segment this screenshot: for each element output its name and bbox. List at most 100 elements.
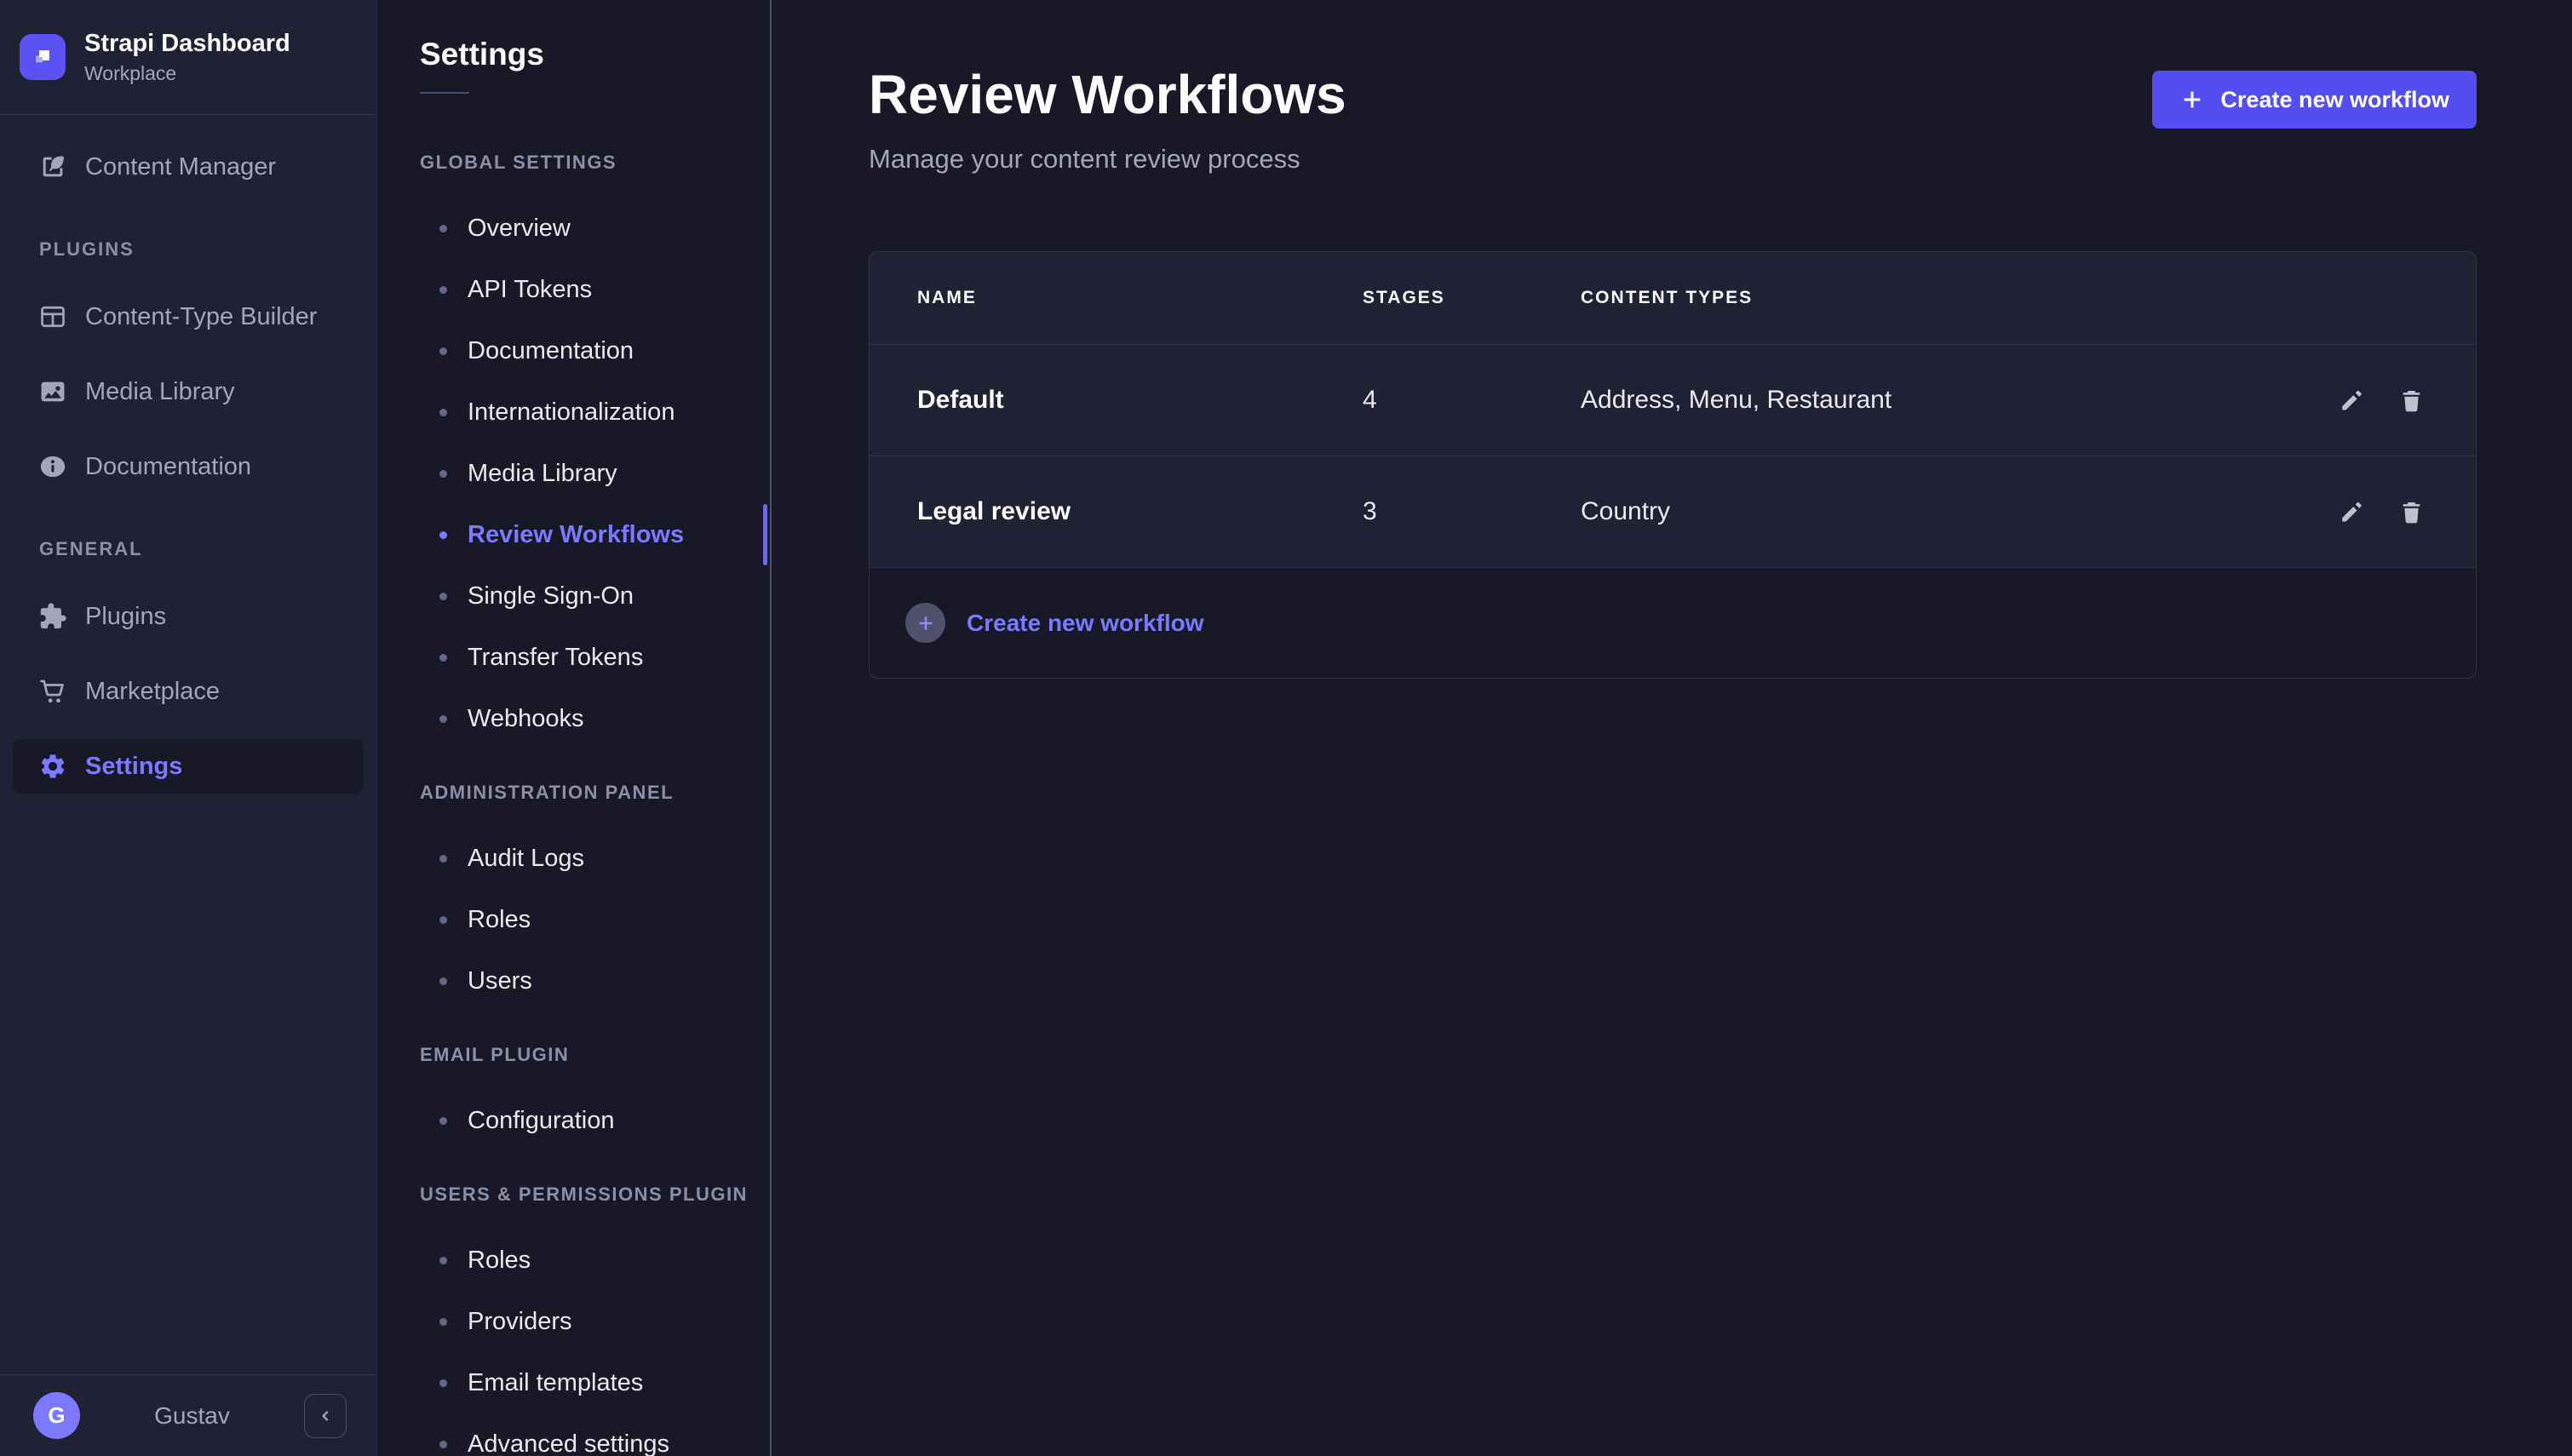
page-header-text: Review Workflows Manage your content rev…	[869, 66, 1346, 175]
main-content: Review Workflows Manage your content rev…	[772, 0, 2572, 1456]
media-library-icon	[37, 376, 68, 407]
bullet-icon	[439, 654, 447, 662]
sidebar-item-label: Settings	[85, 753, 182, 781]
page-title: Review Workflows	[869, 66, 1346, 123]
edit-workflow-button[interactable]	[2334, 495, 2368, 529]
bullet-icon	[439, 347, 447, 355]
sidebar-footer: G Gustav	[0, 1374, 376, 1456]
subnav-item-advanced-settings[interactable]: Advanced settings	[377, 1413, 770, 1456]
row-actions	[2334, 383, 2428, 417]
sidebar-item-plugins[interactable]: Plugins	[13, 589, 364, 644]
bullet-icon	[439, 409, 447, 416]
sidebar-item-label: Marketplace	[85, 678, 220, 706]
puzzle-icon	[37, 601, 68, 632]
trash-icon	[2397, 498, 2426, 526]
create-workflow-footer-button[interactable]: Create new workflow	[870, 567, 2476, 678]
subnav-item-webhooks[interactable]: Webhooks	[377, 688, 770, 749]
footer-link-label: Create new workflow	[967, 610, 1204, 637]
bullet-icon	[439, 470, 447, 478]
bullet-icon	[439, 1379, 447, 1387]
plus-icon	[2179, 87, 2205, 112]
settings-gear-icon	[37, 751, 68, 782]
sidebar-group-plugins: Content-Type Builder Media Library Docum…	[0, 289, 376, 494]
sidebar-item-label: Content Manager	[85, 153, 276, 181]
sidebar-item-label: Content-Type Builder	[85, 303, 317, 331]
app-title: Strapi Dashboard	[84, 29, 290, 59]
delete-workflow-button[interactable]	[2394, 495, 2428, 529]
subnav-item-providers[interactable]: Providers	[377, 1291, 770, 1352]
subnav-item-internationalization[interactable]: Internationalization	[377, 381, 770, 443]
sidebar-item-label: Documentation	[85, 453, 251, 481]
delete-workflow-button[interactable]	[2394, 383, 2428, 417]
subnav-item-api-tokens[interactable]: API Tokens	[377, 259, 770, 320]
user-avatar[interactable]: G	[33, 1392, 80, 1439]
workflow-stages: 4	[1363, 386, 1581, 415]
subnav-item-audit-logs[interactable]: Audit Logs	[377, 828, 770, 889]
subnav-item-admin-roles[interactable]: Roles	[377, 889, 770, 950]
subnav-item-transfer-tokens[interactable]: Transfer Tokens	[377, 627, 770, 688]
pencil-icon	[2338, 387, 2366, 415]
bullet-icon	[439, 1117, 447, 1125]
subnav-item-single-sign-on[interactable]: Single Sign-On	[377, 565, 770, 627]
settings-subnav: Settings GLOBAL SETTINGS Overview API To…	[377, 0, 772, 1456]
sidebar-item-content-type-builder[interactable]: Content-Type Builder	[13, 289, 364, 344]
strapi-logo-icon	[20, 34, 66, 80]
table-header-row: NAME STAGES CONTENT TYPES	[870, 252, 2476, 344]
bullet-icon	[439, 286, 447, 294]
workspace-brand[interactable]: Strapi Dashboard Workplace	[0, 0, 376, 115]
collapse-sidebar-button[interactable]	[304, 1394, 347, 1438]
bullet-icon	[439, 593, 447, 600]
sidebar-item-marketplace[interactable]: Marketplace	[13, 664, 364, 719]
bullet-icon	[439, 916, 447, 924]
subnav-scrollbar-thumb[interactable]	[763, 504, 767, 565]
subnav-group-administration-panel: Audit Logs Roles Users	[377, 828, 770, 1012]
sidebar-item-content-manager[interactable]: Content Manager	[13, 140, 364, 194]
sidebar-section-plugins: PLUGINS	[39, 238, 376, 261]
strapi-dashboard: Strapi Dashboard Workplace Content Manag…	[0, 0, 2572, 1456]
pencil-icon	[2338, 498, 2366, 526]
subnav-item-admin-users[interactable]: Users	[377, 950, 770, 1012]
create-new-workflow-button[interactable]: Create new workflow	[2152, 71, 2477, 129]
info-icon	[37, 451, 68, 482]
sidebar-section-general: GENERAL	[39, 538, 376, 560]
chevron-left-icon	[314, 1405, 336, 1427]
sidebar-item-documentation[interactable]: Documentation	[13, 439, 364, 494]
workflow-stages: 3	[1363, 497, 1581, 526]
content-manager-icon	[37, 152, 68, 182]
column-header-content-types: CONTENT TYPES	[1581, 288, 2292, 308]
page-subtitle: Manage your content review process	[869, 144, 1346, 175]
plus-circle-icon	[905, 603, 945, 643]
column-header-stages: STAGES	[1363, 288, 1581, 308]
bullet-icon	[439, 531, 447, 539]
subnav-title-divider	[420, 92, 469, 94]
bullet-icon	[439, 1441, 447, 1448]
edit-workflow-button[interactable]	[2334, 383, 2368, 417]
bullet-icon	[439, 225, 447, 232]
workflows-table: NAME STAGES CONTENT TYPES Default 4 Addr…	[869, 251, 2477, 679]
subnav-item-email-templates[interactable]: Email templates	[377, 1352, 770, 1413]
workflow-name: Default	[917, 386, 1363, 415]
main-sidebar: Strapi Dashboard Workplace Content Manag…	[0, 0, 377, 1456]
subnav-group-email-plugin: Configuration	[377, 1090, 770, 1151]
sidebar-item-label: Media Library	[85, 378, 235, 406]
subnav-item-email-configuration[interactable]: Configuration	[377, 1090, 770, 1151]
subnav-item-review-workflows[interactable]: Review Workflows	[377, 504, 770, 565]
subnav-group-users-permissions: Roles Providers Email templates Advanced…	[377, 1230, 770, 1456]
subnav-title: Settings	[420, 0, 770, 73]
sidebar-item-media-library[interactable]: Media Library	[13, 364, 364, 419]
table-row[interactable]: Default 4 Address, Menu, Restaurant	[870, 344, 2476, 456]
sidebar-item-settings[interactable]: Settings	[13, 739, 364, 794]
subnav-item-documentation[interactable]: Documentation	[377, 320, 770, 381]
table-row[interactable]: Legal review 3 Country	[870, 456, 2476, 567]
trash-icon	[2397, 387, 2426, 415]
subnav-group-global-settings: Overview API Tokens Documentation Intern…	[377, 198, 770, 749]
subnav-item-overview[interactable]: Overview	[377, 198, 770, 259]
workflow-name: Legal review	[917, 497, 1363, 526]
user-name: Gustav	[80, 1402, 304, 1430]
row-actions	[2334, 495, 2428, 529]
subnav-item-up-roles[interactable]: Roles	[377, 1230, 770, 1291]
brand-text: Strapi Dashboard Workplace	[84, 29, 290, 85]
subnav-section-global-settings: GLOBAL SETTINGS	[420, 153, 770, 172]
subnav-item-media-library[interactable]: Media Library	[377, 443, 770, 504]
sidebar-group-general: Plugins Marketplace Settings	[0, 589, 376, 794]
